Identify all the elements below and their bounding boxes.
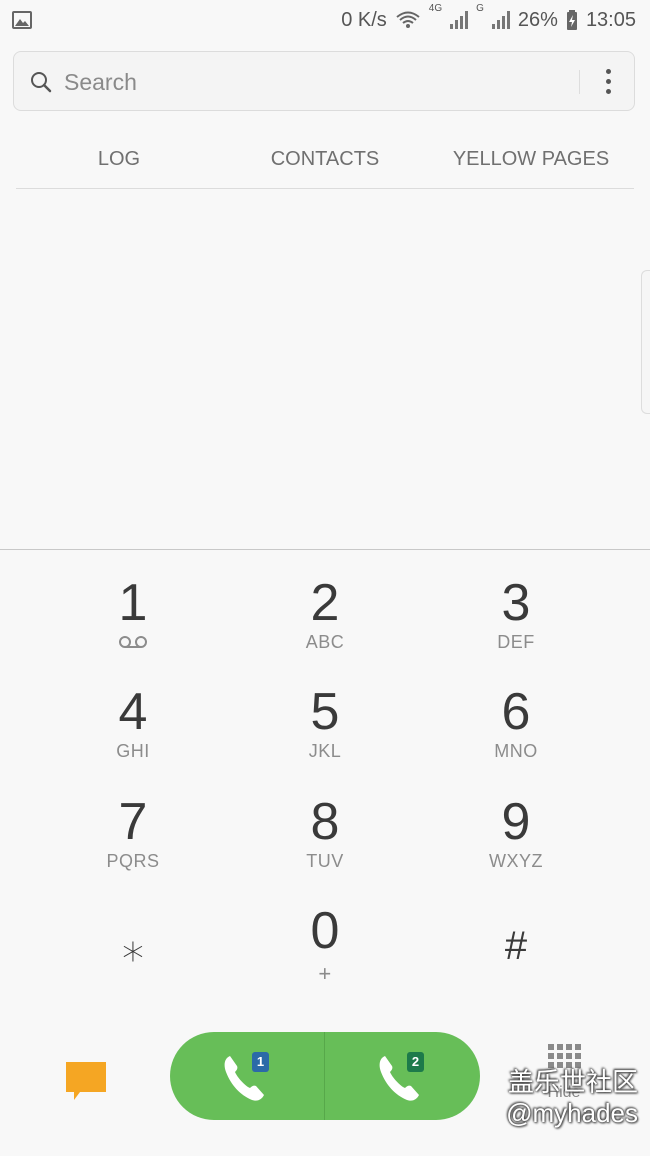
dial-key-9[interactable]: 9 WXYZ <box>426 794 606 894</box>
dial-letters: + <box>318 961 332 986</box>
dial-key-4[interactable]: 4 GHI <box>43 684 223 784</box>
dial-key-3[interactable]: 3 DEF <box>426 575 606 675</box>
sim1-badge: 1 <box>252 1052 269 1072</box>
search-divider <box>579 70 580 94</box>
tab-log[interactable]: LOG <box>16 130 222 188</box>
dial-letters: DEF <box>497 632 535 652</box>
dial-key-1[interactable]: 1 <box>43 575 223 675</box>
dial-digit: 0 <box>310 902 340 960</box>
dial-digit: 3 <box>501 574 531 632</box>
sim1-signal-icon <box>450 11 469 29</box>
dial-digit: 2 <box>310 574 340 632</box>
dial-digit: 9 <box>501 793 531 851</box>
search-input[interactable] <box>62 64 546 100</box>
watermark-line1: 盖乐世社区 <box>507 1068 638 1098</box>
dial-letters: GHI <box>116 741 150 761</box>
search-icon <box>31 72 52 93</box>
battery-charging-icon <box>566 10 577 30</box>
call-sim2-button[interactable]: 2 <box>325 1032 479 1120</box>
dial-key-7[interactable]: 7 PQRS <box>43 794 223 894</box>
message-icon <box>66 1062 106 1100</box>
dial-letters: WXYZ <box>489 851 543 871</box>
dial-digit: 6 <box>501 683 531 741</box>
dialpad-divider <box>0 549 650 550</box>
dial-letters: ABC <box>305 632 345 652</box>
dial-key-6[interactable]: 6 MNO <box>426 684 606 784</box>
wifi-icon <box>396 11 420 28</box>
dial-digit: ⁎ <box>122 921 144 970</box>
dial-letters: PQRS <box>106 851 160 871</box>
call-buttons: 1 2 <box>170 1032 480 1120</box>
clock: 13:05 <box>585 8 636 31</box>
dial-digit: 4 <box>118 683 148 741</box>
dial-key-star[interactable]: ⁎ <box>43 918 223 1018</box>
sim2-network-type: G <box>476 2 484 14</box>
side-panel-handle[interactable] <box>641 270 650 414</box>
dial-digit: 5 <box>310 683 340 741</box>
watermark-line2: @myhades <box>506 1098 638 1128</box>
dial-letters: TUV <box>306 851 344 871</box>
dial-key-2[interactable]: 2 ABC <box>235 575 415 675</box>
dial-key-0[interactable]: 0 + <box>235 903 415 1003</box>
dial-digit: 1 <box>118 574 148 632</box>
sim2-signal-icon <box>491 11 510 29</box>
dial-letters: JKL <box>308 741 342 761</box>
dial-digit: 8 <box>310 793 340 851</box>
sim2-badge: 2 <box>407 1052 424 1072</box>
battery-level: 26% <box>517 8 558 31</box>
more-options-icon[interactable] <box>596 62 636 102</box>
dial-key-8[interactable]: 8 TUV <box>235 794 415 894</box>
dial-digit: 7 <box>118 793 148 851</box>
network-speed: 0 K/s <box>341 8 387 31</box>
voicemail-icon <box>119 636 147 648</box>
search-bar[interactable] <box>13 51 635 111</box>
tab-bar: LOG CONTACTS YELLOW PAGES <box>16 130 634 189</box>
message-button[interactable] <box>60 1056 112 1108</box>
dial-letters: MNO <box>494 741 538 761</box>
watermark: 盖乐世社区 @myhades <box>506 1068 638 1128</box>
dial-digit: # <box>504 924 528 968</box>
tab-yellow-pages[interactable]: YELLOW PAGES <box>428 130 634 188</box>
status-bar: 0 K/s 4G G 26% 13:05 <box>0 0 650 40</box>
dial-key-5[interactable]: 5 JKL <box>235 684 415 784</box>
tab-contacts[interactable]: CONTACTS <box>222 130 428 188</box>
call-sim1-button[interactable]: 1 <box>170 1032 324 1120</box>
gallery-notification-icon <box>12 11 32 29</box>
sim1-network-type: 4G <box>428 2 443 14</box>
dial-key-hash[interactable]: # <box>426 918 606 1018</box>
